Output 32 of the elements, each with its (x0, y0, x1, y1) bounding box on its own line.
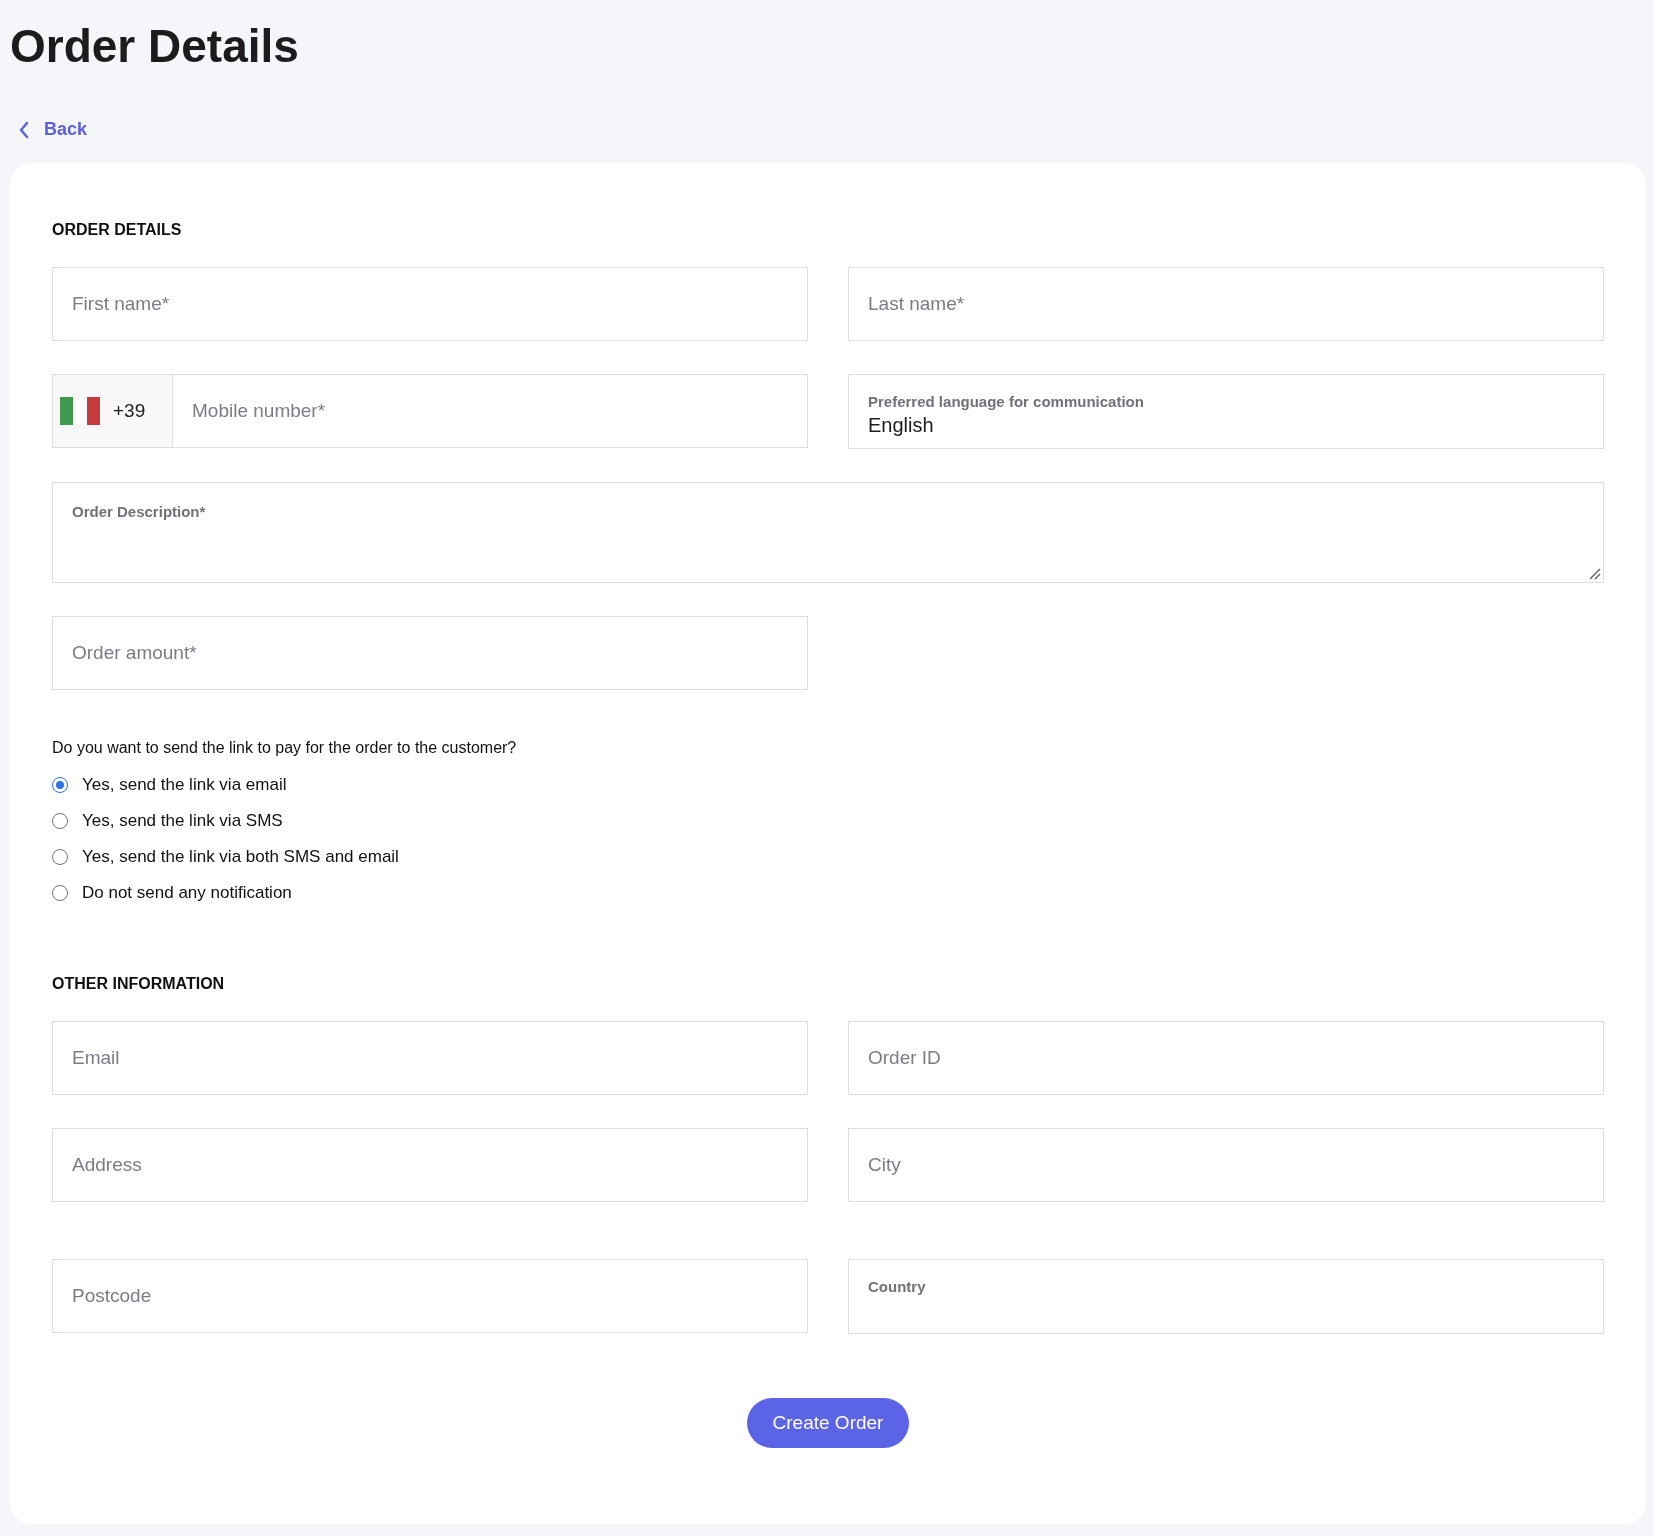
radio-label: Do not send any notification (82, 882, 292, 905)
last-name-field[interactable]: Last name* (848, 267, 1604, 341)
first-name-field[interactable]: First name* (52, 267, 808, 341)
order-description-field[interactable]: Order Description* (52, 482, 1604, 583)
question-text: Do you want to send the link to pay for the order to the customer? (52, 738, 518, 758)
page-title: Order Details (10, 19, 300, 74)
text-field[interactable]: Order ID (848, 1021, 1604, 1095)
mobile-number-input[interactable]: Mobile number* (173, 375, 807, 447)
country-select[interactable]: Country (848, 1259, 1604, 1334)
create-order-button[interactable]: Create Order (746, 1398, 910, 1448)
chevron-left-icon (18, 120, 30, 139)
text-field[interactable]: Postcode (52, 1259, 808, 1333)
flag-icon (60, 397, 100, 425)
field-label: Order Description* (72, 503, 206, 520)
resize-handle-icon (1587, 566, 1601, 580)
section-heading: OTHER INFORMATION (52, 974, 226, 994)
back-link[interactable]: Back (18, 116, 88, 143)
field-label: Preferred language for communication (868, 392, 1145, 412)
radio-label: Yes, send the link via email (82, 774, 287, 797)
text-field[interactable]: Address (52, 1128, 808, 1202)
country-code-selector[interactable]: +39 (53, 375, 173, 447)
order-amount-field[interactable]: Order amount* (52, 616, 808, 690)
field-label: Country (868, 1277, 927, 1297)
radio-label: Yes, send the link via SMS (82, 810, 283, 833)
field-value: English (868, 413, 935, 438)
language-select[interactable]: Preferred language for communication English (848, 374, 1604, 449)
section-heading: ORDER DETAILS (52, 220, 183, 240)
text-field[interactable]: City (848, 1128, 1604, 1202)
mobile-field[interactable]: +39 Mobile number* (52, 374, 808, 448)
country-code: +39 (113, 398, 146, 423)
radio-label: Yes, send the link via both SMS and email (82, 846, 399, 869)
text-field[interactable]: Email (52, 1021, 808, 1095)
